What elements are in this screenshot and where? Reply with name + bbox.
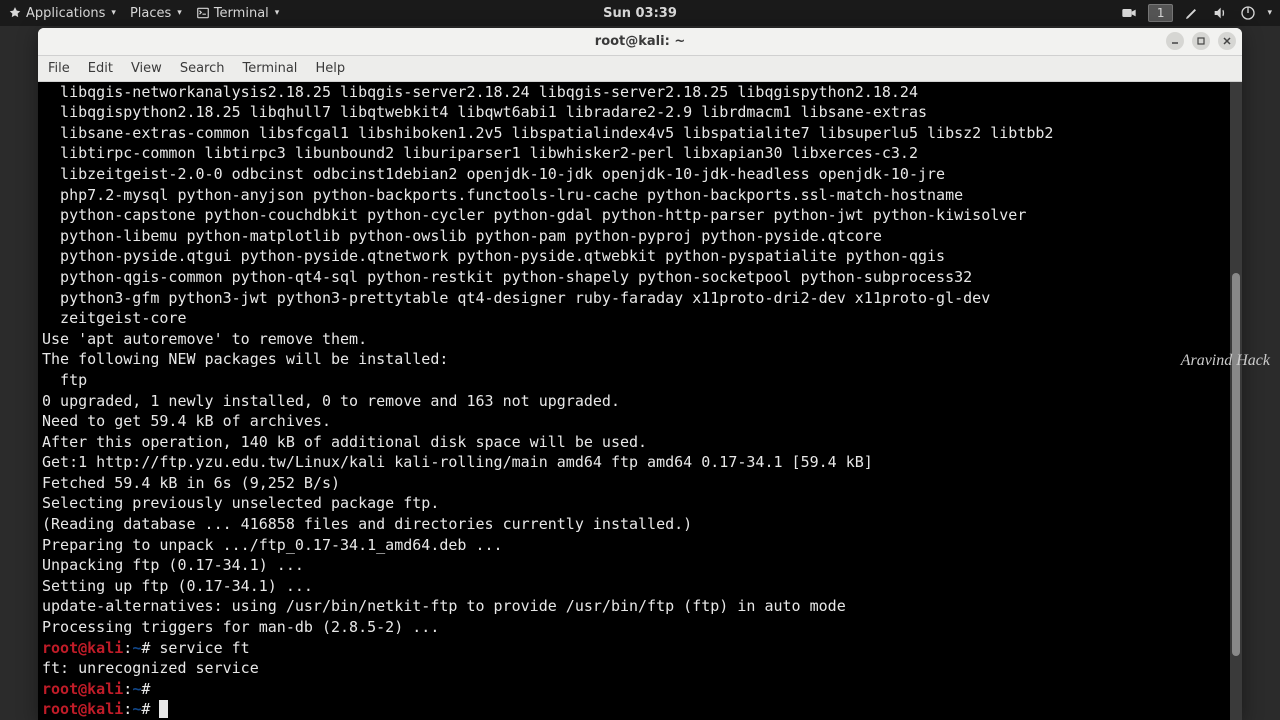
terminal-app-menu[interactable]: Terminal	[196, 6, 279, 21]
pen-icon[interactable]	[1183, 4, 1201, 22]
minimize-icon	[1170, 36, 1180, 46]
menu-view[interactable]: View	[131, 61, 162, 76]
terminal-app-label: Terminal	[214, 6, 269, 21]
power-icon[interactable]	[1239, 4, 1257, 22]
terminal-scrollbar[interactable]	[1230, 82, 1242, 720]
recorder-icon[interactable]	[1120, 4, 1138, 22]
chevron-down-icon: ▾	[1267, 8, 1272, 18]
close-button[interactable]	[1218, 32, 1236, 50]
minimize-button[interactable]	[1166, 32, 1184, 50]
menu-terminal[interactable]: Terminal	[242, 61, 297, 76]
terminal-window: root@kali: ~ File Edit View Search Termi…	[38, 28, 1242, 720]
scrollbar-thumb[interactable]	[1232, 273, 1240, 656]
menu-edit[interactable]: Edit	[88, 61, 113, 76]
applications-menu[interactable]: Applications	[8, 6, 116, 21]
menu-help[interactable]: Help	[315, 61, 345, 76]
clock[interactable]: Sun 03:39	[603, 6, 677, 21]
menubar: File Edit View Search Terminal Help	[38, 56, 1242, 82]
maximize-icon	[1196, 36, 1206, 46]
menu-search[interactable]: Search	[180, 61, 225, 76]
gnome-topbar: Applications Places Terminal Sun 03:39 1…	[0, 0, 1280, 26]
places-label: Places	[130, 6, 171, 21]
dragon-icon	[8, 6, 22, 20]
close-icon	[1222, 36, 1232, 46]
volume-icon[interactable]	[1211, 4, 1229, 22]
window-title: root@kali: ~	[595, 34, 685, 49]
window-titlebar[interactable]: root@kali: ~	[38, 28, 1242, 56]
menu-file[interactable]: File	[48, 61, 70, 76]
terminal-viewport[interactable]: libqgis-networkanalysis2.18.25 libqgis-s…	[38, 82, 1242, 720]
terminal-icon	[196, 6, 210, 20]
places-menu[interactable]: Places	[130, 6, 182, 21]
workspace-indicator[interactable]: 1	[1148, 4, 1174, 22]
maximize-button[interactable]	[1192, 32, 1210, 50]
applications-label: Applications	[26, 6, 105, 21]
